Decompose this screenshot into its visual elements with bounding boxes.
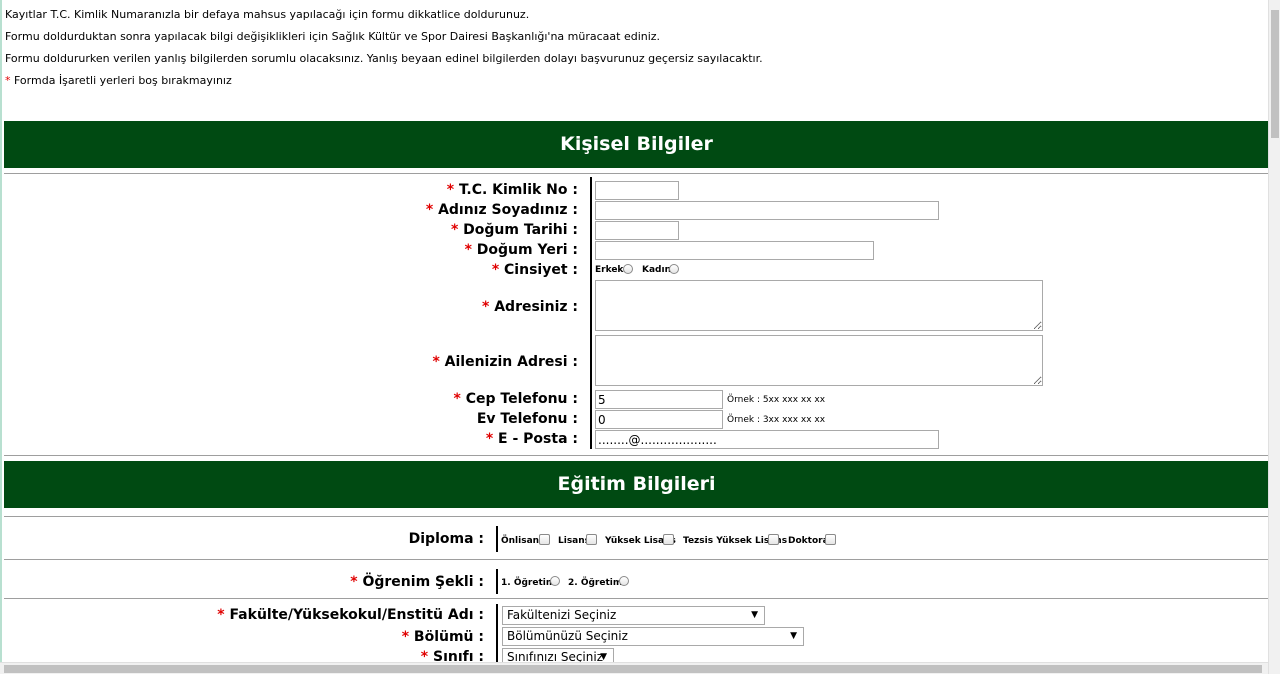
diploma-onlisans-checkbox[interactable] bbox=[539, 534, 550, 545]
column-divider bbox=[496, 604, 498, 662]
column-divider bbox=[496, 526, 498, 552]
mode-option-label: 2. Öğretim bbox=[568, 578, 623, 588]
education-info-header: Eğitim Bilgileri bbox=[4, 461, 1269, 508]
diploma-yuksek-lisans-checkbox[interactable] bbox=[663, 534, 674, 545]
divider bbox=[4, 559, 1269, 560]
education-mode-label: * Öğrenim Şekli : bbox=[350, 574, 484, 590]
birthplace-input[interactable] bbox=[595, 241, 874, 260]
email-input[interactable] bbox=[595, 430, 939, 449]
diploma-lisans-checkbox[interactable] bbox=[586, 534, 597, 545]
home-phone-label: Ev Telefonu : bbox=[476, 411, 578, 427]
birthdate-input[interactable] bbox=[595, 221, 679, 240]
name-input[interactable] bbox=[595, 201, 939, 220]
birthplace-label: * Doğum Yeri : bbox=[464, 242, 578, 258]
department-label: * Bölümü : bbox=[401, 629, 484, 645]
gender-male-radio[interactable] bbox=[623, 264, 633, 274]
diploma-tezsis-checkbox[interactable] bbox=[768, 534, 779, 545]
family-address-label: * Ailenizin Adresi : bbox=[432, 354, 578, 370]
mode-first-radio[interactable] bbox=[550, 576, 560, 586]
divider bbox=[4, 173, 1269, 174]
faculty-select[interactable]: Fakültenizi Seçiniz ▼ bbox=[502, 606, 765, 625]
chevron-down-icon: ▼ bbox=[751, 610, 758, 620]
home-phone-hint: Örnek : 3xx xxx xx xx bbox=[727, 415, 826, 425]
diploma-option-label: Önlisans bbox=[501, 536, 545, 546]
gender-female-radio[interactable] bbox=[669, 264, 679, 274]
gender-male-label: Erkek bbox=[595, 265, 624, 275]
divider bbox=[4, 516, 1269, 517]
personal-info-header: Kişisel Bilgiler bbox=[4, 121, 1269, 168]
tc-input[interactable] bbox=[595, 181, 679, 200]
mode-option-label: 1. Öğretim bbox=[501, 578, 556, 588]
intro-line-3: Formu doldururken verilen yanlış bilgile… bbox=[5, 52, 763, 65]
divider bbox=[4, 598, 1269, 599]
birthdate-label: * Doğum Tarihi : bbox=[450, 222, 578, 238]
family-address-textarea[interactable] bbox=[595, 335, 1043, 386]
column-divider bbox=[590, 177, 592, 449]
scrollbar-thumb[interactable] bbox=[1271, 10, 1279, 138]
email-label: * E - Posta : bbox=[485, 431, 578, 447]
name-label: * Adınız Soyadınız : bbox=[425, 202, 578, 218]
gender-label: * Cinsiyet : bbox=[491, 262, 578, 278]
home-phone-input[interactable] bbox=[595, 410, 723, 429]
intro-line-1: Kayıtlar T.C. Kimlik Numaranızla bir def… bbox=[5, 8, 530, 21]
diploma-doktora-checkbox[interactable] bbox=[825, 534, 836, 545]
scrollbar-thumb[interactable] bbox=[4, 665, 1262, 673]
horizontal-scrollbar[interactable] bbox=[0, 662, 1268, 674]
required-star: * bbox=[5, 74, 11, 87]
required-note: * Formda İşaretli yerleri boş bırakmayın… bbox=[5, 74, 763, 87]
address-textarea[interactable] bbox=[595, 280, 1043, 331]
mobile-hint: Örnek : 5xx xxx xx xx bbox=[727, 395, 826, 405]
required-note-text: Formda İşaretli yerleri boş bırakmayınız bbox=[14, 74, 232, 87]
mode-second-radio[interactable] bbox=[619, 576, 629, 586]
mobile-input[interactable] bbox=[595, 390, 723, 409]
divider bbox=[4, 455, 1269, 456]
diploma-label: Diploma : bbox=[408, 531, 484, 547]
diploma-option-label: Doktora bbox=[788, 536, 829, 546]
address-label: * Adresiniz : bbox=[482, 299, 578, 315]
intro-line-2: Formu doldurduktan sonra yapılacak bilgi… bbox=[5, 30, 661, 43]
gender-female-label: Kadın bbox=[642, 265, 671, 275]
tc-label: * T.C. Kimlik No : bbox=[446, 182, 578, 198]
chevron-down-icon: ▼ bbox=[790, 631, 797, 641]
registration-form-page: Kayıtlar T.C. Kimlik Numaranızla bir def… bbox=[0, 0, 1269, 674]
mobile-label: * Cep Telefonu : bbox=[453, 391, 578, 407]
faculty-label: * Fakülte/Yüksekokul/Enstitü Adı : bbox=[217, 607, 484, 623]
vertical-scrollbar[interactable] bbox=[1268, 0, 1280, 674]
intro-text: Kayıtlar T.C. Kimlik Numaranızla bir def… bbox=[5, 8, 763, 96]
department-select[interactable]: Bölümünüzü Seçiniz ▼ bbox=[502, 627, 804, 646]
column-divider bbox=[496, 569, 498, 594]
